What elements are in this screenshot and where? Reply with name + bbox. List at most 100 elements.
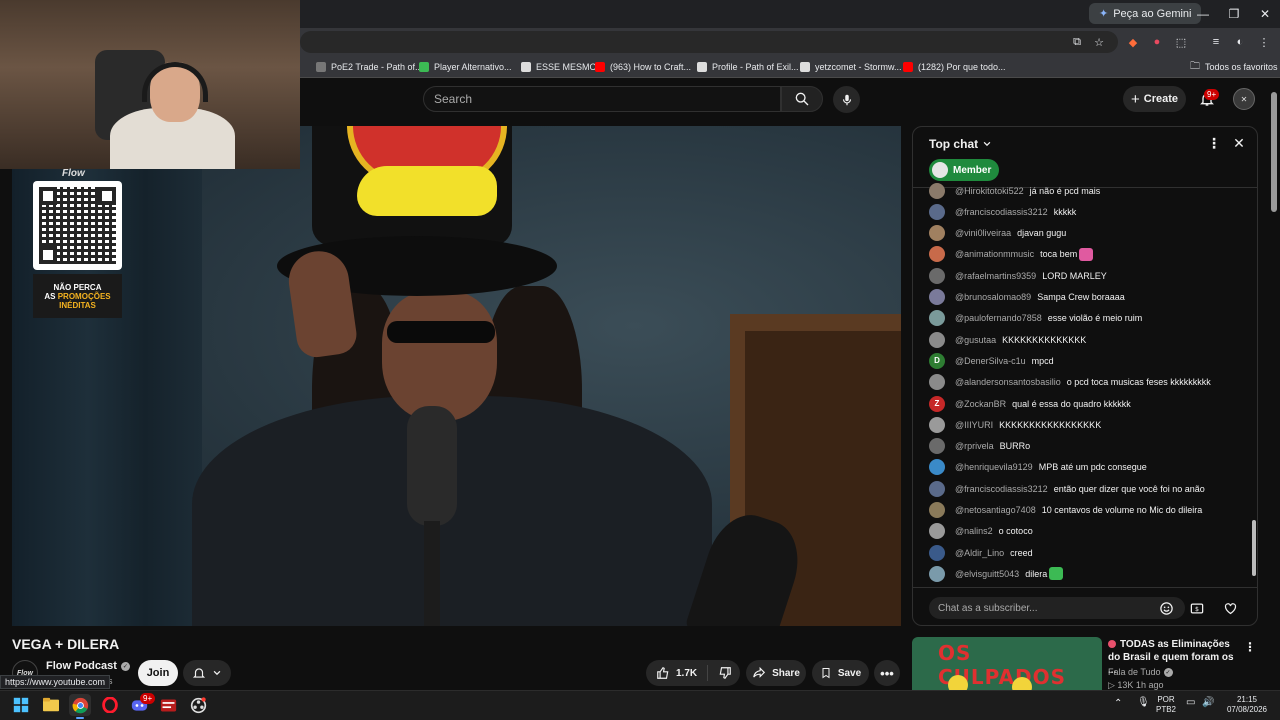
- recommended-thumbnail[interactable]: OS CULPADOS: [912, 637, 1102, 690]
- bookmark-item[interactable]: Player Alternativo...: [419, 57, 512, 77]
- chat-author-name[interactable]: @vini0liveiraa: [955, 228, 1011, 238]
- chrome-icon[interactable]: [69, 694, 91, 719]
- chat-scroll-thumb[interactable]: [1252, 520, 1256, 576]
- member-chip[interactable]: Member: [929, 159, 1000, 181]
- chat-author-avatar[interactable]: [929, 565, 945, 582]
- bookmark-item[interactable]: (963) How to Craft...: [595, 57, 691, 77]
- media-controls-icon[interactable]: ≡: [1207, 33, 1225, 51]
- chat-author-name[interactable]: @henriquevila9129: [955, 462, 1033, 472]
- chat-author-avatar[interactable]: [929, 438, 945, 455]
- voice-search-button[interactable]: [833, 86, 860, 113]
- video-player[interactable]: [12, 126, 901, 626]
- close-icon[interactable]: ✕: [1231, 135, 1247, 151]
- chat-author-avatar[interactable]: [929, 331, 945, 348]
- chat-author-name[interactable]: @alandersonsantosbasilio: [955, 377, 1061, 387]
- chat-options-icon[interactable]: ⋮: [1206, 135, 1222, 151]
- chat-input[interactable]: Chat as a subscriber...: [929, 597, 1185, 619]
- chat-message[interactable]: @paulofernando7858 esse violão é meio rui…: [929, 308, 1142, 329]
- extension-red-icon[interactable]: ●: [1148, 33, 1166, 51]
- chevron-up-icon[interactable]: ⌃: [1114, 699, 1122, 709]
- chat-author-avatar[interactable]: [929, 480, 945, 497]
- chat-message[interactable]: @vini0liveiraa djavan gugu: [929, 223, 1066, 244]
- file-explorer-icon[interactable]: [40, 694, 62, 716]
- chat-author-avatar[interactable]: [929, 544, 945, 561]
- chat-author-avatar[interactable]: [929, 374, 945, 391]
- chat-author-avatar[interactable]: [929, 203, 945, 220]
- clock[interactable]: 21:15 07/08/2026: [1222, 695, 1272, 715]
- chat-message[interactable]: @henriquevila9129 MPB até um pdc consegue: [929, 457, 1147, 478]
- chat-author-avatar[interactable]: [929, 182, 945, 199]
- chat-author-avatar[interactable]: [929, 459, 945, 476]
- chat-author-name[interactable]: @DenerSilva-c1u: [955, 356, 1026, 366]
- bookmark-item[interactable]: ESSE MESMO: [521, 57, 597, 77]
- chat-author-name[interactable]: @nalins2: [955, 526, 993, 536]
- dislike-button[interactable]: [708, 666, 742, 680]
- chat-author-avatar[interactable]: Z: [929, 395, 945, 412]
- chat-message[interactable]: @IIIYURI KKKKKKKKKKKKKKKKK: [929, 414, 1101, 435]
- chat-message[interactable]: @animationmmusic toca bem: [929, 244, 1094, 265]
- chat-message[interactable]: @franciscodiassis3212 então quer dizer qu…: [929, 478, 1205, 499]
- chat-message[interactable]: @netosantiago7408 10 centavos de volume n…: [929, 500, 1202, 521]
- channel-name-link[interactable]: Flow Podcast ✓: [46, 660, 130, 672]
- more-actions-button[interactable]: •••: [874, 660, 900, 686]
- heart-icon[interactable]: [1221, 599, 1239, 617]
- bookmark-item[interactable]: PoE2 Trade - Path of...: [316, 57, 423, 77]
- bookmark-item[interactable]: Profile - Path of Exil...: [697, 57, 799, 77]
- account-avatar[interactable]: ✕: [1233, 88, 1255, 110]
- chat-author-avatar[interactable]: [929, 267, 945, 284]
- save-button[interactable]: Save: [812, 660, 869, 686]
- recommended-channel[interactable]: Fala de Tudo ✓: [1108, 667, 1173, 677]
- chat-author-avatar[interactable]: [929, 416, 945, 433]
- bookmark-item[interactable]: (1282) Por que todo...: [903, 57, 1006, 77]
- chat-message[interactable]: @alandersonsantosbasilio o pcd toca music…: [929, 372, 1211, 393]
- minimize-button[interactable]: —: [1186, 0, 1220, 28]
- chat-author-avatar[interactable]: D: [929, 352, 945, 369]
- chat-author-avatar[interactable]: [929, 225, 945, 242]
- chat-message[interactable]: D @DenerSilva-c1u mpcd: [929, 350, 1054, 371]
- chat-message[interactable]: @elvisguitt5043 dilera: [929, 563, 1064, 584]
- join-button[interactable]: Join: [138, 660, 178, 686]
- chat-message[interactable]: @Hirokitotoki522 já não é pcd mais: [929, 180, 1100, 201]
- chat-author-avatar[interactable]: [929, 502, 945, 518]
- chat-author-name[interactable]: @rprivela: [955, 441, 994, 451]
- chat-author-avatar[interactable]: [929, 289, 945, 305]
- all-bookmarks[interactable]: 🗀 Todos os favoritos: [1190, 57, 1278, 77]
- restore-button[interactable]: ❐: [1217, 0, 1251, 28]
- chat-message[interactable]: @nalins2 o cotoco: [929, 521, 1033, 542]
- profile-icon[interactable]: ◐: [1231, 33, 1249, 51]
- chat-author-name[interactable]: @gusutaa: [955, 335, 996, 345]
- install-app-icon[interactable]: ⧉: [1068, 33, 1086, 51]
- bookmark-item[interactable]: yetzcomet - Stormw...: [800, 57, 902, 77]
- subscribed-notifications-button[interactable]: [183, 660, 231, 686]
- obs-icon[interactable]: [187, 694, 209, 716]
- search-button[interactable]: [781, 86, 823, 112]
- windows-start-icon[interactable]: [10, 694, 32, 716]
- super-chat-icon[interactable]: $: [1188, 599, 1206, 617]
- create-button[interactable]: + Create: [1123, 86, 1186, 112]
- chat-author-name[interactable]: @franciscodiassis3212: [955, 207, 1048, 217]
- address-bar[interactable]: [300, 31, 1118, 53]
- chat-message[interactable]: @rafaelmartins9359 LORD MARLEY: [929, 265, 1107, 286]
- chat-message[interactable]: @franciscodiassis3212 kkkkk: [929, 201, 1076, 222]
- chat-message[interactable]: Z @ZockanBR qual é essa do quadro kkkkkk: [929, 393, 1131, 414]
- chat-message[interactable]: @brunosalomao89 Sampa Crew boraaaa: [929, 287, 1125, 308]
- close-window-button[interactable]: ✕: [1248, 0, 1280, 28]
- chat-author-avatar[interactable]: [929, 246, 945, 263]
- chat-author-name[interactable]: @elvisguitt5043: [955, 569, 1019, 579]
- emoji-icon[interactable]: [1157, 599, 1175, 617]
- recommended-menu-icon[interactable]: ⋮: [1244, 640, 1256, 654]
- search-input[interactable]: Search: [423, 86, 781, 112]
- network-icon[interactable]: ▭: [1186, 698, 1195, 708]
- language-indicator[interactable]: POR PTB2: [1156, 695, 1176, 715]
- chat-author-name[interactable]: @rafaelmartins9359: [955, 271, 1036, 281]
- chat-author-name[interactable]: @animationmmusic: [955, 249, 1034, 259]
- chat-author-avatar[interactable]: [929, 310, 945, 327]
- microphone-tray-icon[interactable]: 🎙: [1137, 698, 1150, 708]
- chat-author-avatar[interactable]: [929, 523, 945, 540]
- chat-author-name[interactable]: @Hirokitotoki522: [955, 186, 1024, 196]
- chat-author-name[interactable]: @Aldir_Lino: [955, 548, 1004, 558]
- extension-fox-icon[interactable]: ◆: [1124, 33, 1142, 51]
- chat-author-name[interactable]: @paulofernando7858: [955, 313, 1042, 323]
- red-app-icon[interactable]: [157, 694, 179, 716]
- chat-messages-list[interactable]: @Hirokitotoki522 já não é pcd mais @franci…: [913, 180, 1257, 587]
